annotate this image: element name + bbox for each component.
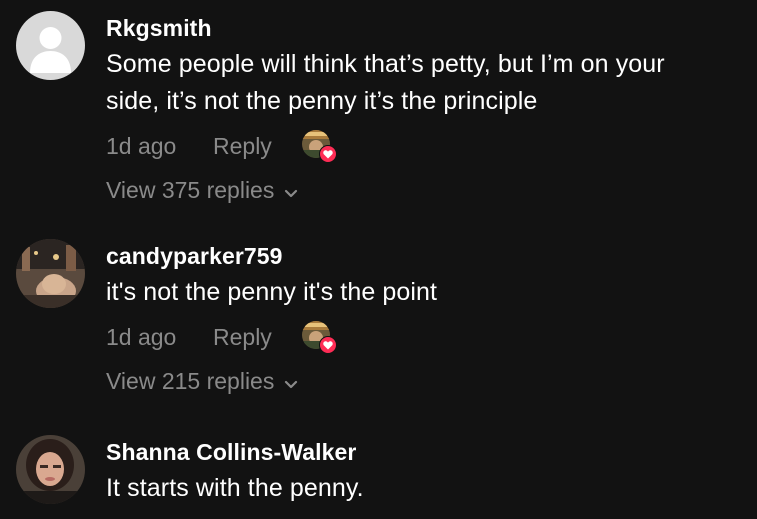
comment-username[interactable]: candyparker759 bbox=[106, 242, 749, 270]
heart-icon bbox=[319, 336, 337, 354]
comment-text: Some people will think that’s petty, but… bbox=[106, 46, 749, 120]
chevron-down-icon bbox=[284, 363, 298, 399]
comment-text-line: side, it’s not the penny it’s the princi… bbox=[106, 87, 538, 115]
view-replies-button[interactable]: View 375 replies bbox=[106, 172, 298, 208]
comment-text: it's not the penny it's the point bbox=[106, 274, 749, 311]
comment-meta: 1d ago Reply bbox=[106, 319, 749, 355]
creator-liked-badge bbox=[302, 321, 337, 355]
comment-username[interactable]: Rkgsmith bbox=[106, 14, 749, 42]
avatar[interactable] bbox=[16, 239, 85, 308]
photo-avatar-icon bbox=[16, 239, 85, 308]
comment-text-line: Some people will think that’s petty, but… bbox=[106, 50, 665, 78]
avatar[interactable] bbox=[16, 11, 85, 80]
view-replies-button[interactable]: View 215 replies bbox=[106, 363, 298, 399]
creator-liked-badge bbox=[302, 130, 337, 164]
comment-timestamp: 1d ago bbox=[106, 133, 177, 159]
view-replies-label: View 375 replies bbox=[106, 177, 275, 203]
avatar[interactable] bbox=[16, 435, 85, 504]
comment-text-line: it's not the penny it's the point bbox=[106, 278, 438, 306]
default-avatar-icon bbox=[16, 11, 85, 80]
comment-username[interactable]: Shanna Collins-Walker bbox=[106, 438, 749, 466]
heart-icon bbox=[319, 145, 337, 163]
photo-avatar-icon bbox=[16, 435, 85, 504]
chevron-down-icon bbox=[284, 172, 298, 208]
reply-button[interactable]: Reply bbox=[213, 319, 272, 355]
view-replies-label: View 215 replies bbox=[106, 368, 275, 394]
comment-text: It starts with the penny. bbox=[106, 470, 749, 507]
comment-timestamp: 1d ago bbox=[106, 324, 177, 350]
comment-meta: 1d ago Reply bbox=[106, 128, 749, 164]
comment-text-line: It starts with the penny. bbox=[106, 474, 364, 502]
reply-button[interactable]: Reply bbox=[213, 128, 272, 164]
